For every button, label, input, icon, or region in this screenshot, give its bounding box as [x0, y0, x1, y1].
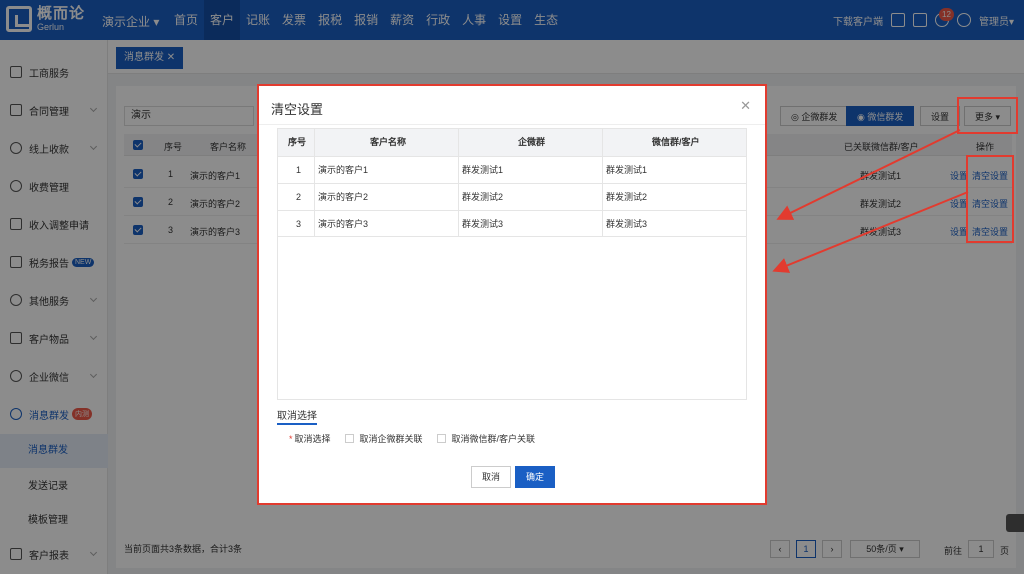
highlight-dialog [257, 84, 767, 505]
highlight-more [957, 97, 1018, 134]
highlight-clear-links [966, 155, 1014, 243]
